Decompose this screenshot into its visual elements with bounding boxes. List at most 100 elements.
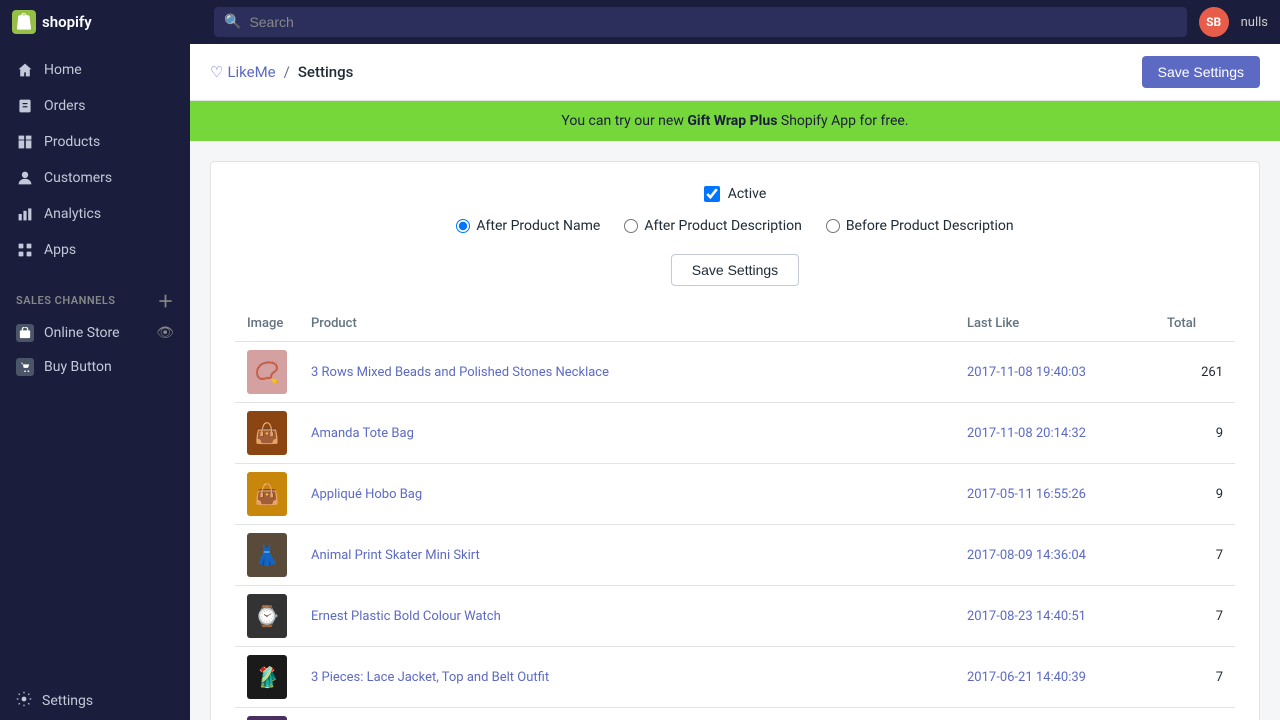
radio-after-product-description[interactable]: After Product Description [624, 218, 802, 234]
product-name-cell: Amanda Tote Bag [299, 403, 955, 464]
product-image-cell: 📿 [235, 342, 299, 403]
topbar: shopify 🔍 SB nulls [0, 0, 1280, 44]
sidebar-item-orders-label: Orders [44, 98, 86, 114]
save-settings-button[interactable]: Save Settings [1142, 56, 1260, 88]
breadcrumb: ♡ LikeMe / Settings [210, 63, 353, 81]
sidebar-item-analytics-label: Analytics [44, 206, 101, 222]
search-bar[interactable]: 🔍 [214, 7, 1187, 37]
col-total: Total [1155, 306, 1235, 342]
home-icon [16, 61, 34, 79]
sidebar-item-home[interactable]: Home [0, 52, 190, 88]
product-link[interactable]: Animal Print Skater Mini Skirt [311, 548, 480, 563]
last-like-cell: 2017-11-08 20:14:32 [955, 403, 1155, 464]
last-like-cell: 2017-11-08 19:40:03 [955, 342, 1155, 403]
last-like-cell: 2017-05-11 16:55:26 [955, 464, 1155, 525]
avatar: SB [1199, 7, 1229, 37]
online-store-left: Online Store [16, 324, 120, 342]
product-image-cell: ⌚ [235, 586, 299, 647]
table-row: 👜 Appliqué Hobo Bag 2017-05-11 16:55:269 [235, 464, 1235, 525]
search-icon: 🔍 [224, 14, 241, 30]
position-radio-row: After Product Name After Product Descrip… [235, 218, 1235, 234]
settings-panel: Active After Product Name After Product … [210, 161, 1260, 720]
search-input[interactable] [249, 14, 1176, 30]
product-image-cell: 👜 [235, 464, 299, 525]
breadcrumb-separator: / [284, 63, 290, 81]
radio-before-product-description[interactable]: Before Product Description [826, 218, 1014, 234]
apps-icon [16, 241, 34, 259]
total-cell: 261 [1155, 342, 1235, 403]
table-row: 👗Animal Print Skater Mini Skirt2017-08-0… [235, 525, 1235, 586]
heart-icon: ♡ [210, 63, 223, 81]
sidebar-item-customers-label: Customers [44, 170, 112, 186]
sidebar-item-customers[interactable]: Customers [0, 160, 190, 196]
customers-icon [16, 169, 34, 187]
sidebar-item-apps-label: Apps [44, 242, 76, 258]
total-cell: 7 [1155, 586, 1235, 647]
shopify-logo-icon [12, 10, 36, 34]
product-name-cell: Appliqué Hobo Bag [299, 464, 955, 525]
last-like-cell: 2017-11-27 09:25:47 [955, 708, 1155, 720]
username: nulls [1241, 15, 1268, 30]
active-label: Active [728, 186, 767, 202]
buy-button-left: Buy Button [16, 358, 112, 376]
table-row: 👜Amanda Tote Bag2017-11-08 20:14:329 [235, 403, 1235, 464]
analytics-icon [16, 205, 34, 223]
save-settings-inner-button[interactable]: Save Settings [671, 254, 799, 286]
banner-prefix: You can try our new [561, 113, 687, 129]
last-like-cell: 2017-06-21 14:40:39 [955, 647, 1155, 708]
active-row: Active [235, 186, 1235, 202]
product-link[interactable]: Appliqué Hobo Bag [311, 487, 422, 502]
active-checkbox[interactable] [704, 186, 720, 202]
breadcrumb-parent[interactable]: ♡ LikeMe [210, 63, 276, 81]
total-cell: 7 [1155, 708, 1235, 720]
sales-channels-section: SALES CHANNELS ＋ [0, 276, 190, 316]
eye-icon[interactable]: 👁 [156, 325, 174, 341]
sidebar-item-settings[interactable]: Settings [0, 682, 190, 720]
sidebar-item-products[interactable]: Products [0, 124, 190, 160]
layout: Home Orders Products Customers [0, 44, 1280, 720]
sidebar-item-apps[interactable]: Apps [0, 232, 190, 268]
sidebar-item-analytics[interactable]: Analytics [0, 196, 190, 232]
total-cell: 9 [1155, 464, 1235, 525]
table-row: ⌚Ernest Plastic Bold Colour Watch2017-08… [235, 586, 1235, 647]
product-name-cell: Animal Print Skater Mini Skirt [299, 525, 955, 586]
banner-suffix: Shopify App for free. [777, 113, 908, 129]
product-link[interactable]: 3 Pieces: Lace Jacket, Top and Belt Outf… [311, 670, 549, 685]
settings-icon [16, 691, 32, 711]
total-cell: 7 [1155, 647, 1235, 708]
radio-after-product-description-label: After Product Description [644, 218, 802, 234]
add-channel-icon[interactable]: ＋ [157, 288, 174, 312]
sidebar-item-orders[interactable]: Orders [0, 88, 190, 124]
product-image-cell: 🧥 [235, 708, 299, 720]
radio-before-product-description-label: Before Product Description [846, 218, 1014, 234]
col-last-like: Last Like [955, 306, 1155, 342]
table-row: 🧥Betty Knit Cardigan2017-11-27 09:25:477 [235, 708, 1235, 720]
sidebar-item-buy-button[interactable]: Buy Button [0, 350, 190, 384]
banner-appname: Gift Wrap Plus [687, 113, 777, 129]
product-name-cell: 3 Rows Mixed Beads and Polished Stones N… [299, 342, 955, 403]
product-link[interactable]: Amanda Tote Bag [311, 426, 414, 441]
product-link[interactable]: 3 Rows Mixed Beads and Polished Stones N… [311, 365, 609, 380]
product-image-cell: 🥻 [235, 647, 299, 708]
total-cell: 9 [1155, 403, 1235, 464]
page-header: ♡ LikeMe / Settings Save Settings [190, 44, 1280, 101]
logo-text: shopify [42, 13, 92, 31]
product-name-cell: 3 Pieces: Lace Jacket, Top and Belt Outf… [299, 647, 955, 708]
sidebar-item-online-store[interactable]: Online Store 👁 [0, 316, 190, 350]
sidebar-nav: Home Orders Products Customers [0, 44, 190, 276]
table-row: 📿 3 Rows Mixed Beads and Polished Stones … [235, 342, 1235, 403]
product-name-cell: Ernest Plastic Bold Colour Watch [299, 586, 955, 647]
product-image-cell: 👗 [235, 525, 299, 586]
promo-banner: You can try our new Gift Wrap Plus Shopi… [190, 101, 1280, 141]
product-link[interactable]: Ernest Plastic Bold Colour Watch [311, 609, 501, 624]
logo: shopify [12, 10, 202, 34]
sidebar-item-products-label: Products [44, 134, 100, 150]
total-cell: 7 [1155, 525, 1235, 586]
main-content: ♡ LikeMe / Settings Save Settings You ca… [190, 44, 1280, 720]
table-body: 📿 3 Rows Mixed Beads and Polished Stones … [235, 342, 1235, 720]
settings-label: Settings [42, 693, 93, 709]
table-row: 🥻 3 Pieces: Lace Jacket, Top and Belt Out… [235, 647, 1235, 708]
radio-after-product-name[interactable]: After Product Name [456, 218, 600, 234]
online-store-label: Online Store [44, 325, 120, 341]
product-name-cell: Betty Knit Cardigan [299, 708, 955, 720]
